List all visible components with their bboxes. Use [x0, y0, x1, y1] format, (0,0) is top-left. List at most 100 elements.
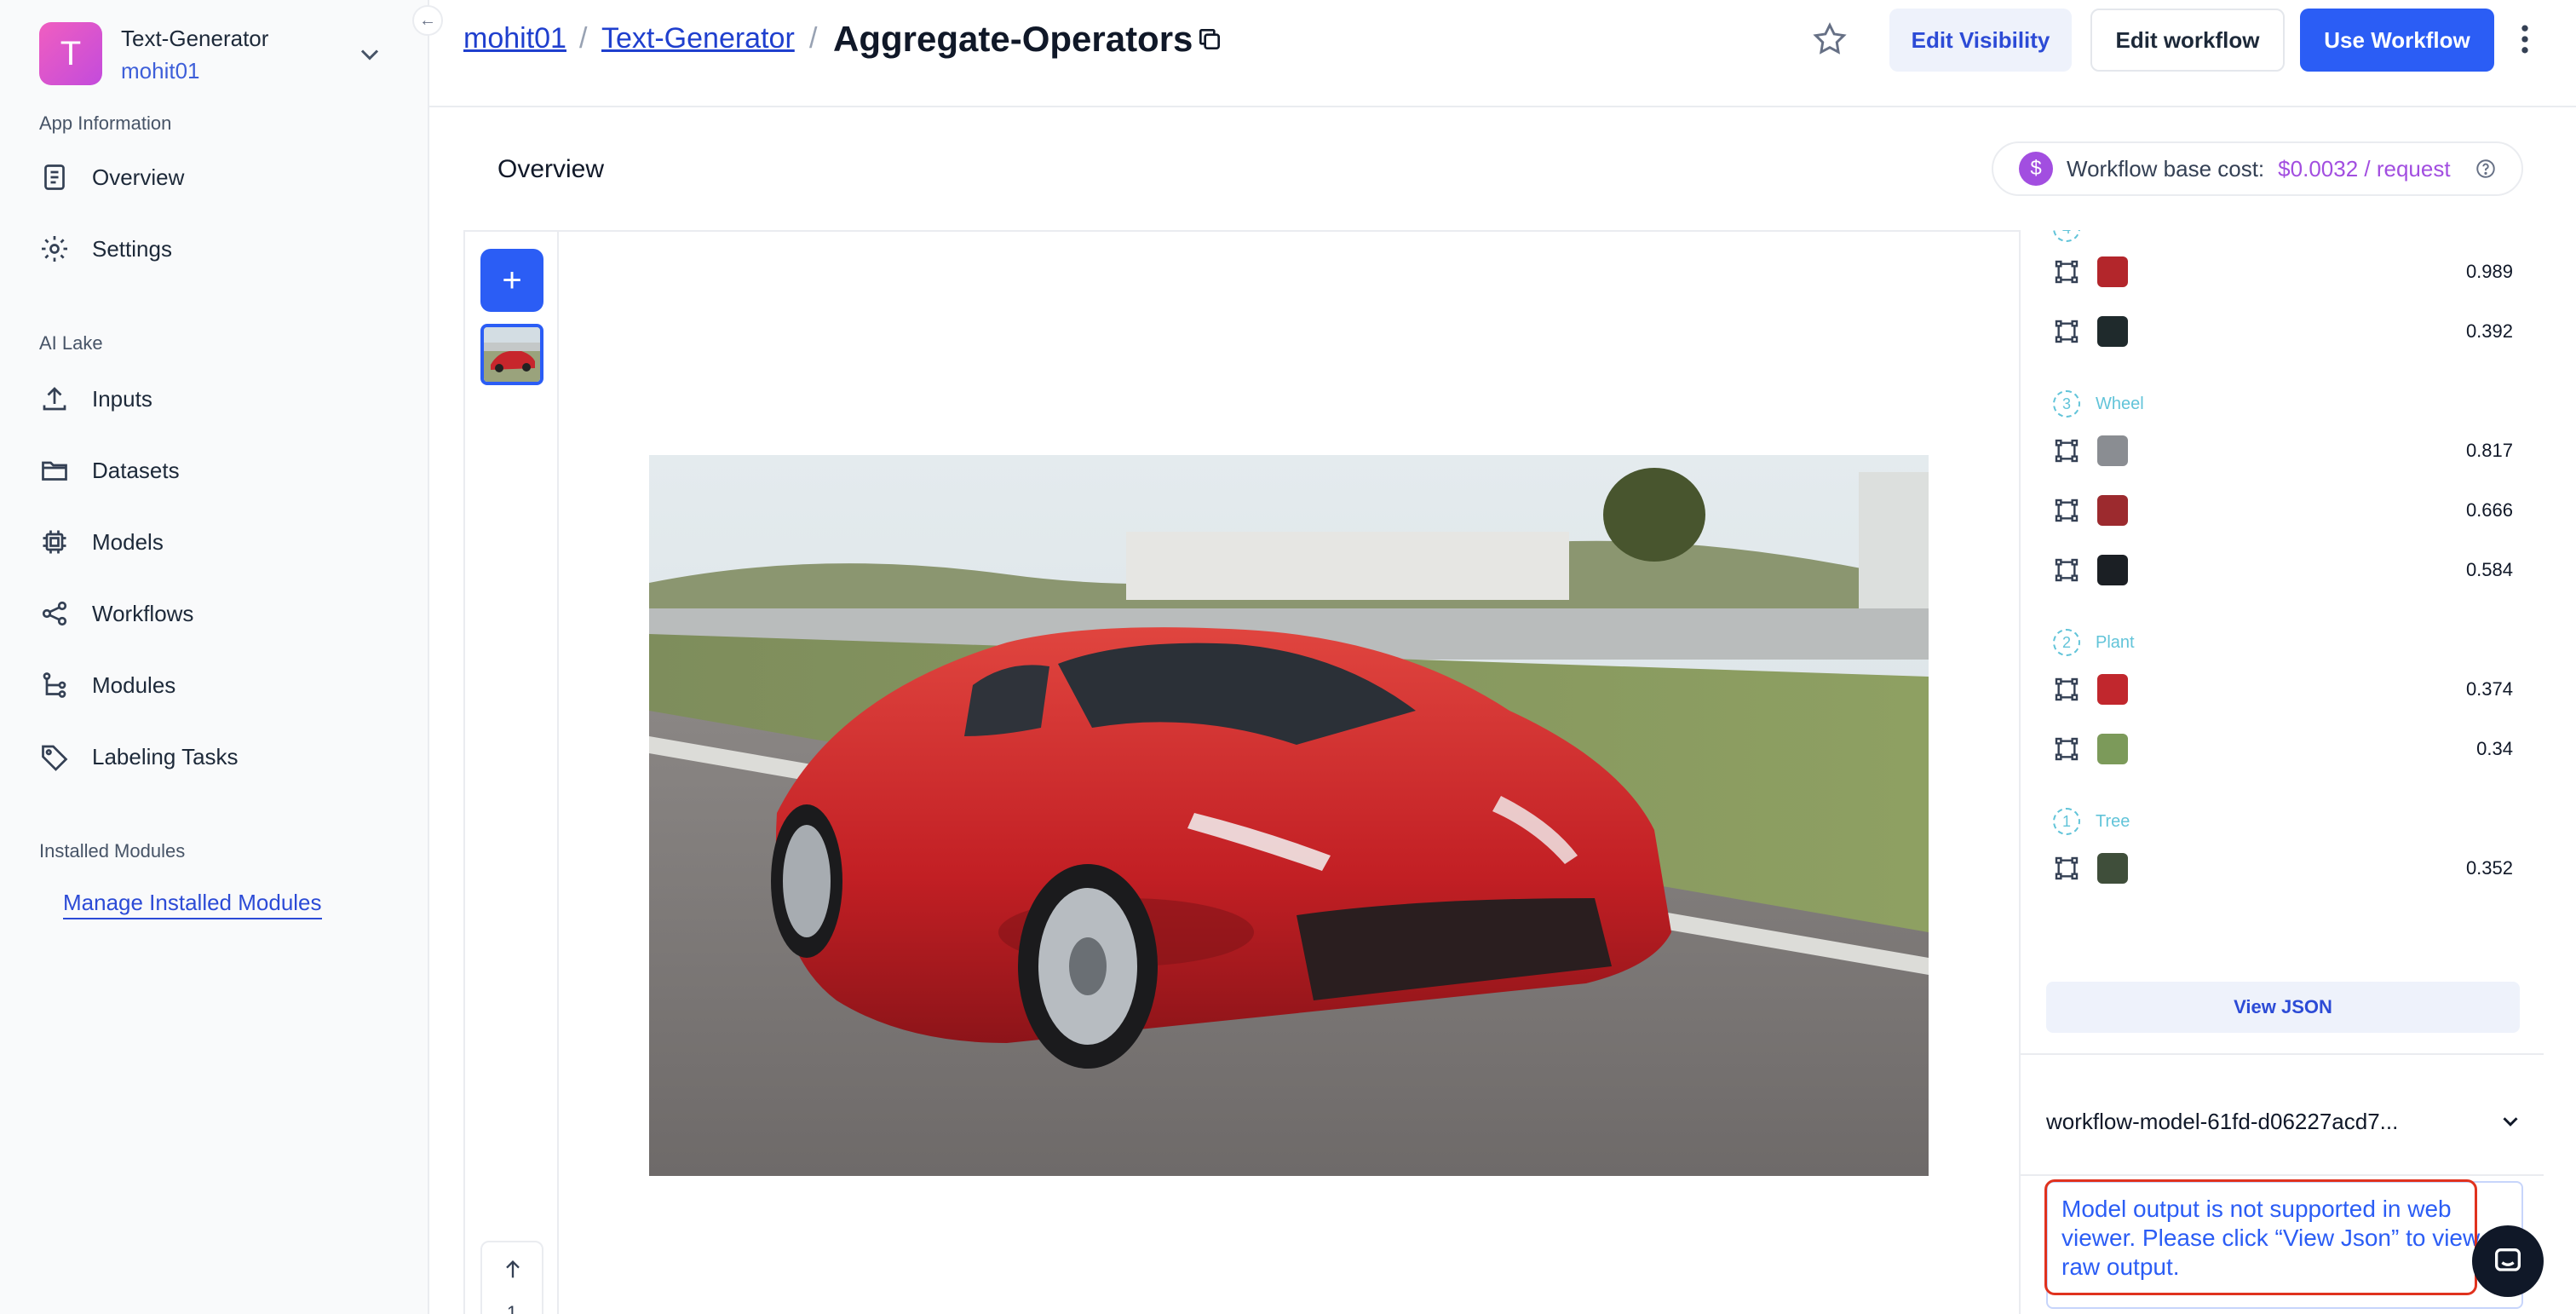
chat-support-button[interactable] — [2472, 1225, 2544, 1297]
edit-workflow-button[interactable]: Edit workflow — [2090, 9, 2285, 72]
confidence-score: 0.584 — [2465, 559, 2513, 580]
bounding-box-icon — [2055, 499, 2079, 522]
bounding-box-icon — [2055, 260, 2079, 284]
confidence-score: 0.989 — [2465, 261, 2513, 282]
confidence-score: 0.817 — [2465, 440, 2513, 461]
detection-row[interactable]: 0.666 — [2053, 489, 2513, 532]
bounding-box-icon — [2055, 856, 2079, 880]
bounding-box-icon — [2055, 558, 2079, 582]
manage-installed-modules-link[interactable]: Manage Installed Modules — [63, 890, 322, 919]
gear-icon — [42, 236, 67, 262]
bounding-box-icon — [2055, 677, 2079, 701]
more-vertical-icon[interactable] — [2515, 20, 2535, 58]
page-title: Aggregate-Operators — [833, 19, 1193, 59]
cost-label: Workflow base cost: — [2067, 155, 2265, 182]
bounding-box-icon — [2055, 439, 2079, 463]
share-nodes-icon — [42, 601, 67, 626]
sidebar-item-label: Inputs — [92, 385, 152, 412]
sidebar-item-overview[interactable]: Overview — [39, 152, 397, 203]
help-icon[interactable] — [2475, 158, 2497, 180]
sidebar-item-models[interactable]: Models — [39, 516, 397, 568]
upload-icon — [43, 387, 66, 411]
sidebar-item-settings[interactable]: Settings — [39, 223, 397, 274]
arrow-up-icon[interactable] — [501, 1258, 525, 1282]
confidence-score: 0.392 — [2465, 320, 2513, 342]
sidebar-item-inputs[interactable]: Inputs — [39, 373, 397, 424]
dollar-icon: $ — [2019, 152, 2053, 186]
detection-row[interactable]: 0.392 — [2053, 310, 2513, 353]
app-name: Text-Generator — [121, 26, 269, 51]
highlight-annotation — [2044, 1179, 2477, 1295]
region-crop-thumbnail — [2097, 674, 2128, 705]
sidebar-item-label: Overview — [92, 164, 185, 190]
sidebar-item-workflows[interactable]: Workflows — [39, 588, 397, 639]
concept-group-header: 2 Plant — [2053, 625, 2135, 660]
chip-icon — [43, 530, 66, 554]
concept-name: Tree — [2096, 811, 2130, 831]
breadcrumb-separator: / — [579, 22, 588, 55]
confidence-score: 0.352 — [2465, 857, 2513, 879]
detection-row[interactable]: 0.817 — [2053, 429, 2513, 472]
app-avatar: T — [39, 22, 102, 85]
sidebar-item-label: Labeling Tasks — [92, 743, 239, 769]
concept-group-header: 3 Wheel — [2053, 387, 2144, 421]
add-input-button[interactable]: + — [480, 249, 543, 312]
region-crop-thumbnail — [2097, 435, 2128, 466]
page-navigator: 1 — [480, 1241, 543, 1314]
detection-row[interactable]: 0.34 — [2053, 728, 2513, 770]
cost-value: $0.0032 / request — [2278, 155, 2451, 182]
app-switcher[interactable]: T Text-Generator mohit01 — [39, 22, 397, 87]
section-installed-modules: Installed Modules — [39, 840, 186, 862]
chevron-down-icon[interactable] — [354, 39, 385, 70]
confidence-score: 0.34 — [2476, 738, 2513, 759]
sidebar-item-modules[interactable]: Modules — [39, 660, 397, 711]
section-app-information: App Information — [39, 112, 172, 134]
chat-icon — [2495, 1248, 2521, 1271]
model-output-accordion[interactable]: workflow-model-61fd-d06227acd7... — [2046, 1087, 2523, 1156]
detection-row[interactable]: 0.374 — [2053, 668, 2513, 711]
sidebar-item-label: Datasets — [92, 457, 180, 483]
bounding-box-icon — [2055, 737, 2079, 761]
breadcrumb-owner[interactable]: mohit01 — [463, 22, 566, 55]
workflow-cost-badge: $ Workflow base cost: $0.0032 / request — [1992, 141, 2523, 196]
concept-name: Plant — [2096, 632, 2135, 652]
concept-count: 2 — [2053, 629, 2080, 656]
divider — [2021, 1053, 2544, 1055]
region-crop-thumbnail — [2097, 316, 2128, 347]
region-crop-thumbnail — [2097, 495, 2128, 526]
chevron-down-icon[interactable] — [2498, 1109, 2523, 1134]
region-crop-thumbnail — [2097, 256, 2128, 287]
detection-row[interactable]: 0.352 — [2053, 847, 2513, 890]
concept-name: Wheel — [2096, 394, 2144, 413]
document-icon — [44, 164, 65, 190]
concept-count: 1 — [2053, 808, 2080, 835]
breadcrumb-app[interactable]: Text-Generator — [601, 22, 795, 55]
arrow-left-icon: ← — [419, 10, 436, 30]
page-number: 1 — [506, 1302, 518, 1314]
prediction-results-panel: 4 0.989 0.392 3 Wheel 0.817 0.666 0.584 2 Plant 0… — [2019, 230, 2544, 1314]
copy-icon[interactable] — [1196, 26, 1223, 53]
view-json-button[interactable]: View JSON — [2046, 982, 2520, 1033]
sidebar-item-label: Modules — [92, 671, 176, 698]
sidebar-item-label: Workflows — [92, 600, 194, 626]
breadcrumb-separator: / — [809, 22, 818, 55]
concept-count: 3 — [2053, 390, 2080, 418]
use-workflow-button[interactable]: Use Workflow — [2300, 9, 2494, 72]
sidebar-item-datasets[interactable]: Datasets — [39, 445, 397, 496]
detection-row[interactable]: 0.989 — [2053, 251, 2513, 293]
concept-group-header: 1 Tree — [2053, 804, 2130, 839]
overview-title: Overview — [497, 155, 605, 183]
region-crop-thumbnail — [2097, 555, 2128, 585]
sidebar-item-labeling-tasks[interactable]: Labeling Tasks — [39, 731, 397, 782]
collapse-sidebar-button[interactable]: ← — [412, 5, 443, 36]
sidebar: T Text-Generator mohit01 App Information… — [0, 0, 429, 1314]
model-name: workflow-model-61fd-d06227acd7... — [2046, 1108, 2399, 1134]
app-owner[interactable]: mohit01 — [121, 58, 200, 84]
sidebar-item-label: Models — [92, 528, 164, 555]
car-thumbnail-image — [484, 327, 540, 382]
tag-icon — [42, 745, 68, 771]
edit-visibility-button[interactable]: Edit Visibility — [1889, 9, 2072, 72]
detection-row[interactable]: 0.584 — [2053, 549, 2513, 591]
input-thumbnail[interactable] — [480, 324, 543, 385]
star-icon[interactable] — [1811, 20, 1849, 58]
